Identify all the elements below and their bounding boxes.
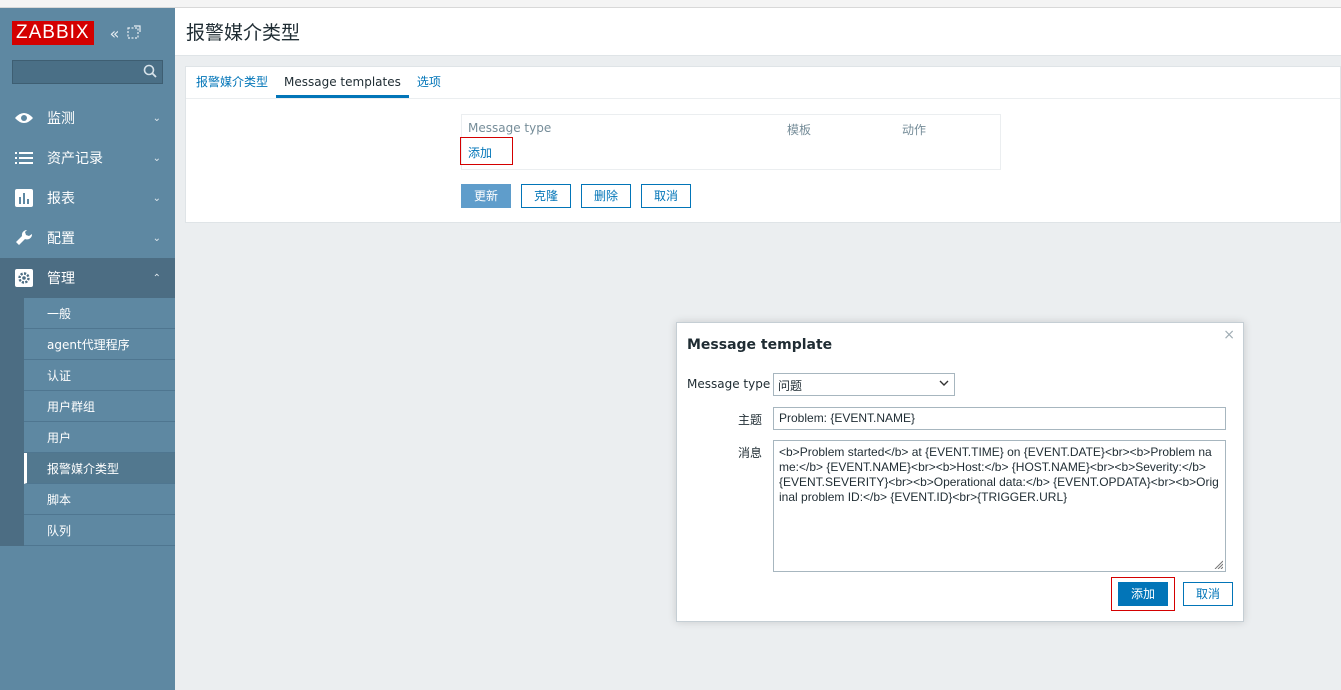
message-type-select[interactable]: 问题 [773,373,955,396]
search-icon[interactable] [143,64,157,78]
message-type-value: 问题 [778,379,803,393]
sidebar: ZABBIX « 监测 ⌄ 资产记录 ⌄ 报表 ⌄ 配置 ⌄ 管理 ⌃ 一般 a… [0,8,175,690]
subject-label: 主题 [738,413,763,427]
column-header-message-type: Message type [468,121,552,135]
nav-label: 监测 [47,111,75,127]
collapse-sidebar-icon[interactable]: « [110,24,120,43]
page-title: 报警媒介类型 [186,22,301,44]
subject-input[interactable]: Problem: {EVENT.NAME} [773,407,1226,430]
column-header-actions: 动作 [902,123,927,137]
sub-item-media-types[interactable]: 报警媒介类型 [24,453,175,484]
page-header: 报警媒介类型 [175,8,1341,56]
tab-bar: 报警媒介类型 Message templates 选项 [186,67,1340,99]
media-type-form: 报警媒介类型 Message templates 选项 Message type… [185,66,1341,223]
nav-item-inventory[interactable]: 资产记录 ⌄ [0,138,175,178]
resize-handle-icon[interactable] [1213,559,1223,569]
chevron-down-icon: ⌄ [152,192,161,204]
sub-item-scripts[interactable]: 脚本 [24,484,175,515]
eye-icon [14,108,34,128]
tab-media-type[interactable]: 报警媒介类型 [188,67,276,98]
message-type-label: Message type [687,377,771,391]
chevron-down-icon: ⌄ [152,232,161,244]
list-icon [14,148,34,168]
wrench-icon [14,228,34,248]
add-template-link[interactable]: 添加 [460,137,513,165]
clone-button[interactable]: 克隆 [521,184,572,208]
sidebar-controls: « [110,24,142,43]
sub-item-user-groups[interactable]: 用户群组 [24,391,175,422]
search-input[interactable] [12,60,163,84]
tab-options[interactable]: 选项 [409,67,449,98]
nav-item-reports[interactable]: 报表 ⌄ [0,178,175,218]
add-button-highlight: 添加 [1110,577,1175,611]
column-header-template: 模板 [787,123,812,137]
sub-item-users[interactable]: 用户 [24,422,175,453]
message-label: 消息 [738,446,763,460]
chevron-down-icon [939,380,949,386]
cancel-button[interactable]: 取消 [641,184,692,208]
dialog-add-button[interactable]: 添加 [1117,582,1168,606]
sub-item-general[interactable]: 一般 [24,298,175,329]
admin-submenu: 一般 agent代理程序 认证 用户群组 用户 报警媒介类型 脚本 队列 [0,298,175,546]
update-button[interactable]: 更新 [461,184,512,208]
sub-item-proxies[interactable]: agent代理程序 [24,329,175,360]
message-textarea[interactable]: <b>Problem started</b> at {EVENT.TIME} o… [773,440,1226,572]
form-buttons: 更新 克隆 删除 取消 [461,184,692,208]
nav-item-configuration[interactable]: 配置 ⌄ [0,218,175,258]
delete-button[interactable]: 删除 [581,184,632,208]
message-template-dialog: × Message template Message type 问题 主题 Pr… [676,322,1244,622]
nav-label: 配置 [47,231,75,247]
nav-label: 管理 [47,271,75,287]
sub-item-authentication[interactable]: 认证 [24,360,175,391]
nav-label: 报表 [47,191,75,207]
nav-item-administration[interactable]: 管理 ⌃ [0,258,175,298]
sidebar-brand: ZABBIX « [0,8,175,58]
gear-icon [14,268,34,288]
chevron-down-icon: ⌄ [152,112,161,124]
sub-item-queue[interactable]: 队列 [24,515,175,546]
tab-message-templates[interactable]: Message templates [276,67,409,98]
chevron-down-icon: ⌄ [152,152,161,164]
nav-item-monitoring[interactable]: 监测 ⌄ [0,98,175,138]
chevron-up-icon: ⌃ [152,272,161,284]
bar-chart-icon [14,188,34,208]
main-nav: 监测 ⌄ 资产记录 ⌄ 报表 ⌄ 配置 ⌄ 管理 ⌃ 一般 agent代理程序 … [0,98,175,546]
dialog-footer: 添加 取消 [1110,577,1233,611]
dialog-cancel-button[interactable]: 取消 [1182,582,1233,606]
nav-label: 资产记录 [47,151,103,167]
sidebar-search [12,60,163,84]
message-text: <b>Problem started</b> at {EVENT.TIME} o… [779,445,1219,504]
kiosk-mode-icon[interactable] [127,24,141,43]
zabbix-logo[interactable]: ZABBIX [12,21,94,45]
dialog-title: Message template [687,337,833,353]
browser-bookmark-strip [0,0,1341,8]
close-icon[interactable]: × [1223,327,1235,343]
message-templates-table: Message type 模板 动作 添加 [460,114,1001,170]
